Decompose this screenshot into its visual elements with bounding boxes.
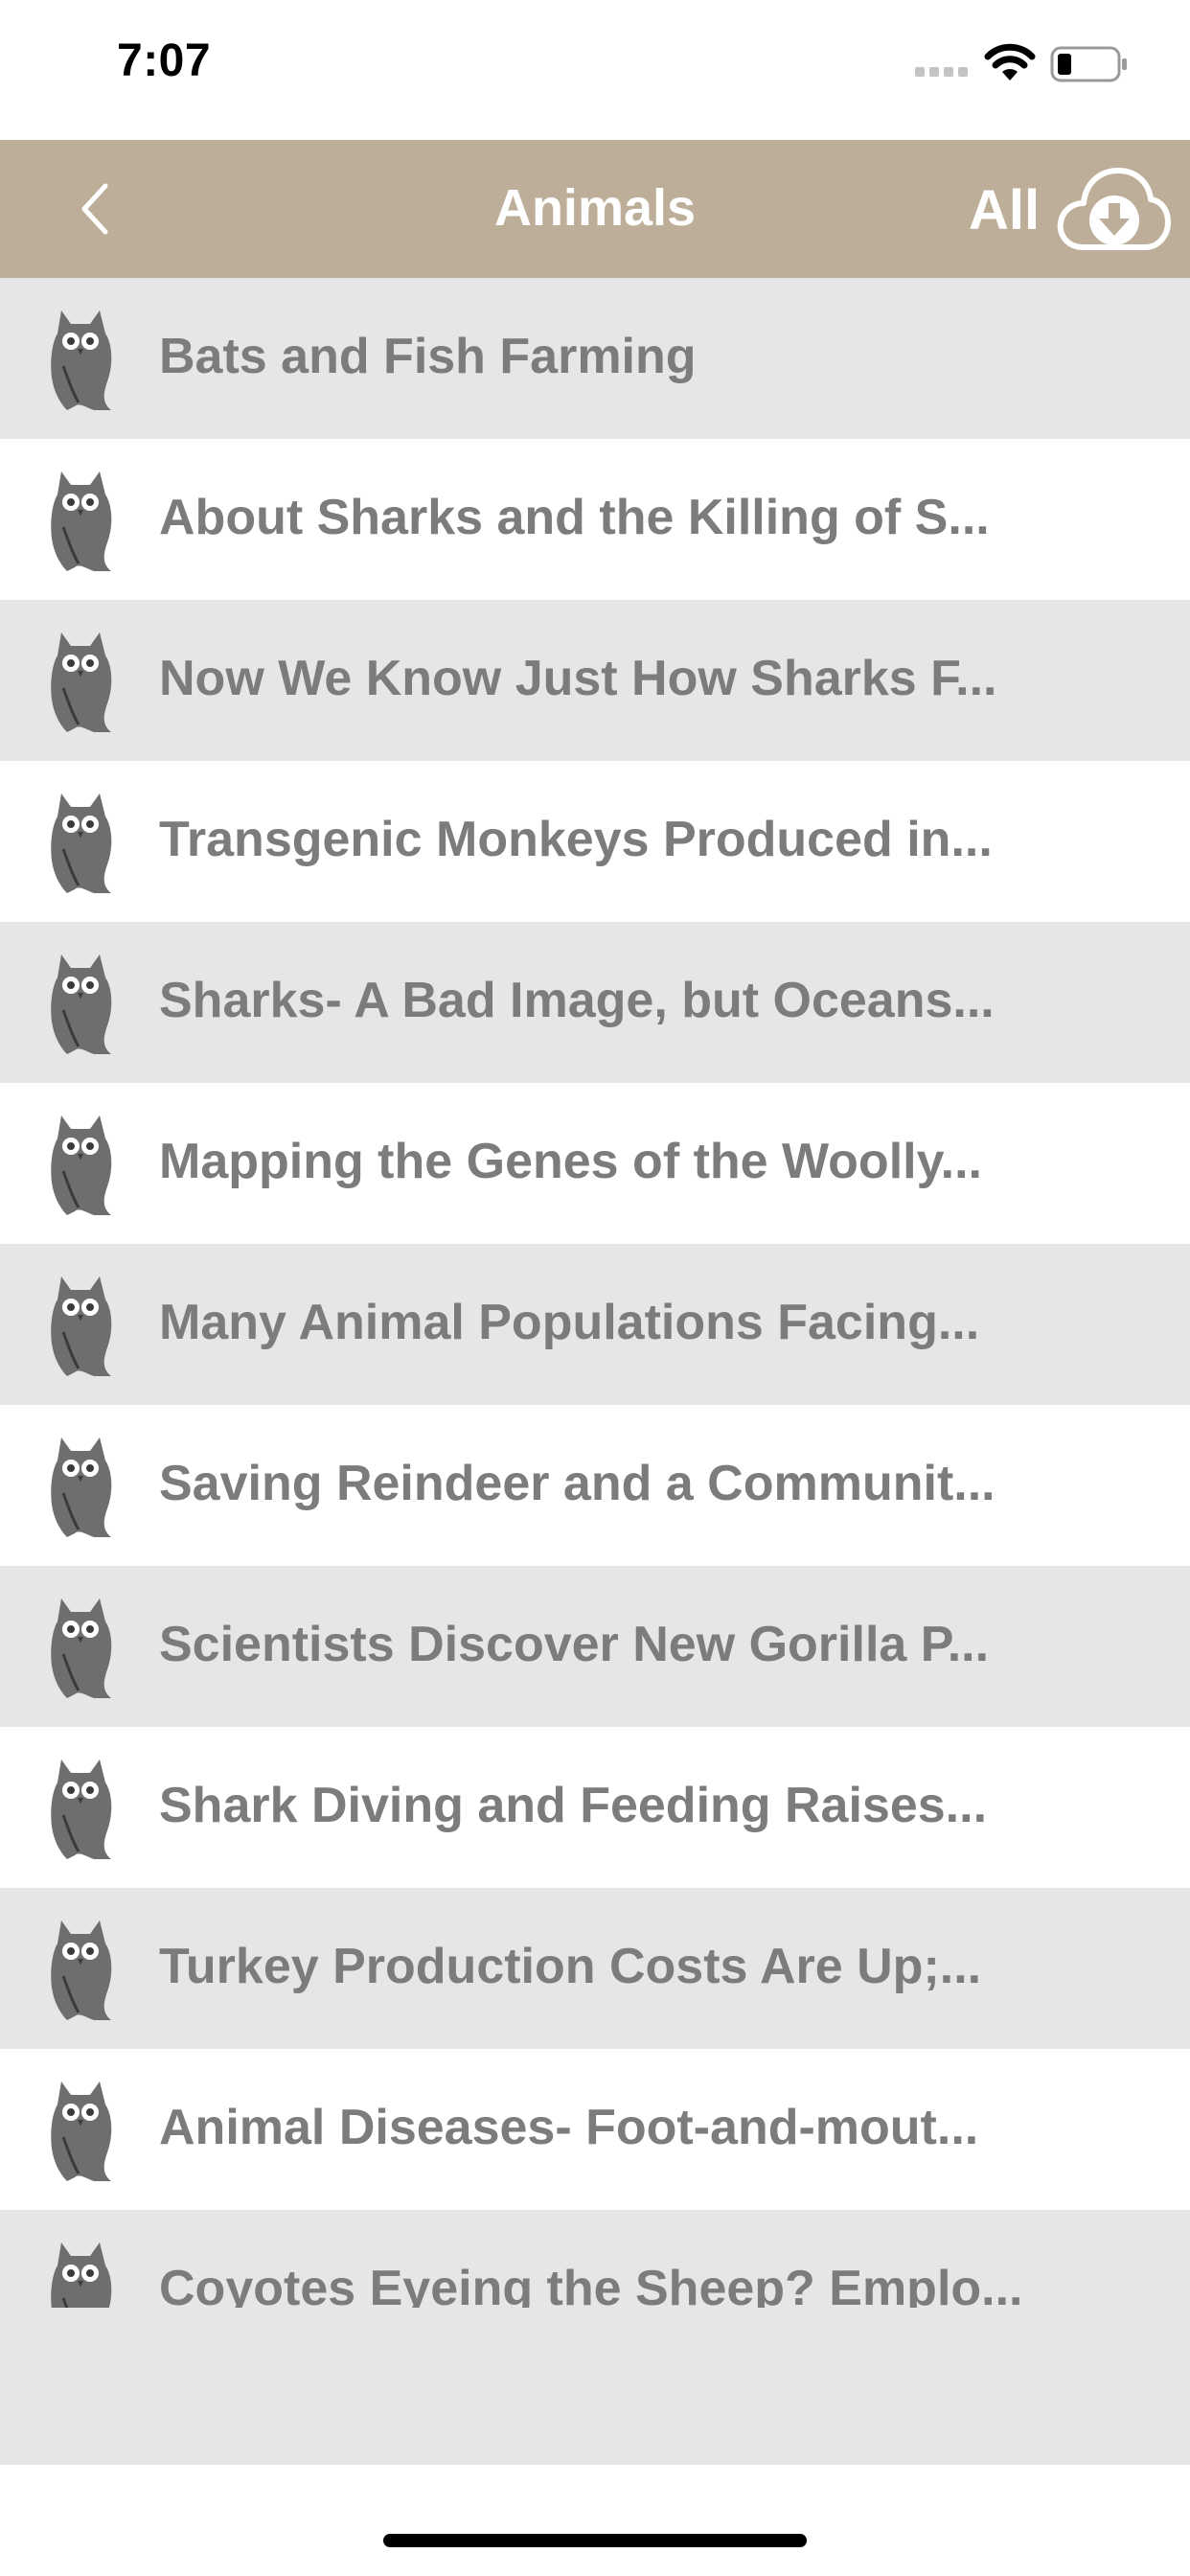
owl-icon	[51, 2082, 112, 2181]
list-item[interactable]: Scientists Discover New Gorilla P...	[0, 1566, 1190, 1727]
owl-icon	[51, 1760, 112, 1859]
article-title: About Sharks and the Killing of S...	[159, 490, 990, 545]
article-title: Bats and Fish Farming	[159, 329, 697, 384]
list-item[interactable]: Transgenic Monkeys Produced in...	[0, 761, 1190, 922]
owl-icon	[51, 1598, 112, 1698]
owl-icon	[51, 1276, 112, 1376]
list-item[interactable]: Many Animal Populations Facing...	[0, 1244, 1190, 1405]
download-all-label: All	[969, 179, 1041, 242]
article-title: Transgenic Monkeys Produced in...	[159, 812, 993, 867]
home-indicator[interactable]	[383, 2534, 807, 2547]
list-item[interactable]: Now We Know Just How Sharks F...	[0, 600, 1190, 761]
article-title: Animal Diseases- Foot-and-mout...	[159, 2100, 979, 2155]
owl-icon	[51, 472, 112, 571]
list-item[interactable]: Turkey Production Costs Are Up;...	[0, 1888, 1190, 2049]
list-item[interactable]: Bats and Fish Farming	[0, 278, 1190, 439]
wifi-icon	[984, 43, 1036, 80]
owl-icon	[51, 2242, 112, 2308]
article-title: Mapping the Genes of the Woolly...	[159, 1134, 982, 1189]
owl-icon	[51, 632, 112, 732]
owl-icon	[51, 1116, 112, 1215]
owl-icon	[51, 954, 112, 1054]
article-title: Turkey Production Costs Are Up;...	[159, 1939, 982, 1994]
article-title: Now We Know Just How Sharks F...	[159, 651, 997, 706]
list-item[interactable]: Saving Reindeer and a Communit...	[0, 1405, 1190, 1566]
article-title: Sharks- A Bad Image, but Oceans...	[159, 973, 995, 1028]
back-button[interactable]	[67, 178, 125, 240]
owl-icon	[51, 310, 112, 410]
list-item[interactable]: Coyotes Eyeing the Sheep? Emplo...	[0, 2210, 1190, 2308]
owl-icon	[51, 1920, 112, 2020]
list-item[interactable]: Animal Diseases- Foot-and-mout...	[0, 2049, 1190, 2210]
list-item[interactable]: Mapping the Genes of the Woolly...	[0, 1083, 1190, 1244]
owl-icon	[51, 1438, 112, 1537]
owl-icon	[51, 794, 112, 893]
download-all-button[interactable]: All	[963, 159, 1176, 259]
article-title: Scientists Discover New Gorilla P...	[159, 1617, 990, 1672]
navigation-bar: Animals All	[0, 140, 1190, 278]
status-bar: 7:07	[0, 0, 1190, 140]
cellular-signal-icon	[915, 67, 968, 77]
article-title: Many Animal Populations Facing...	[159, 1295, 980, 1350]
cloud-download-icon	[1057, 168, 1171, 250]
status-time: 7:07	[117, 35, 212, 86]
article-title: Shark Diving and Feeding Raises...	[159, 1778, 988, 1833]
list-item[interactable]: Shark Diving and Feeding Raises...	[0, 1727, 1190, 1888]
article-title: Saving Reindeer and a Communit...	[159, 1456, 995, 1511]
list-item[interactable]: About Sharks and the Killing of S...	[0, 439, 1190, 600]
list-footer	[0, 2308, 1190, 2465]
article-list: Bats and Fish Farming About Sharks and t…	[0, 278, 1190, 2308]
battery-icon	[1050, 46, 1127, 82]
list-item[interactable]: Sharks- A Bad Image, but Oceans...	[0, 922, 1190, 1083]
article-title: Coyotes Eyeing the Sheep? Emplo...	[159, 2261, 1023, 2308]
